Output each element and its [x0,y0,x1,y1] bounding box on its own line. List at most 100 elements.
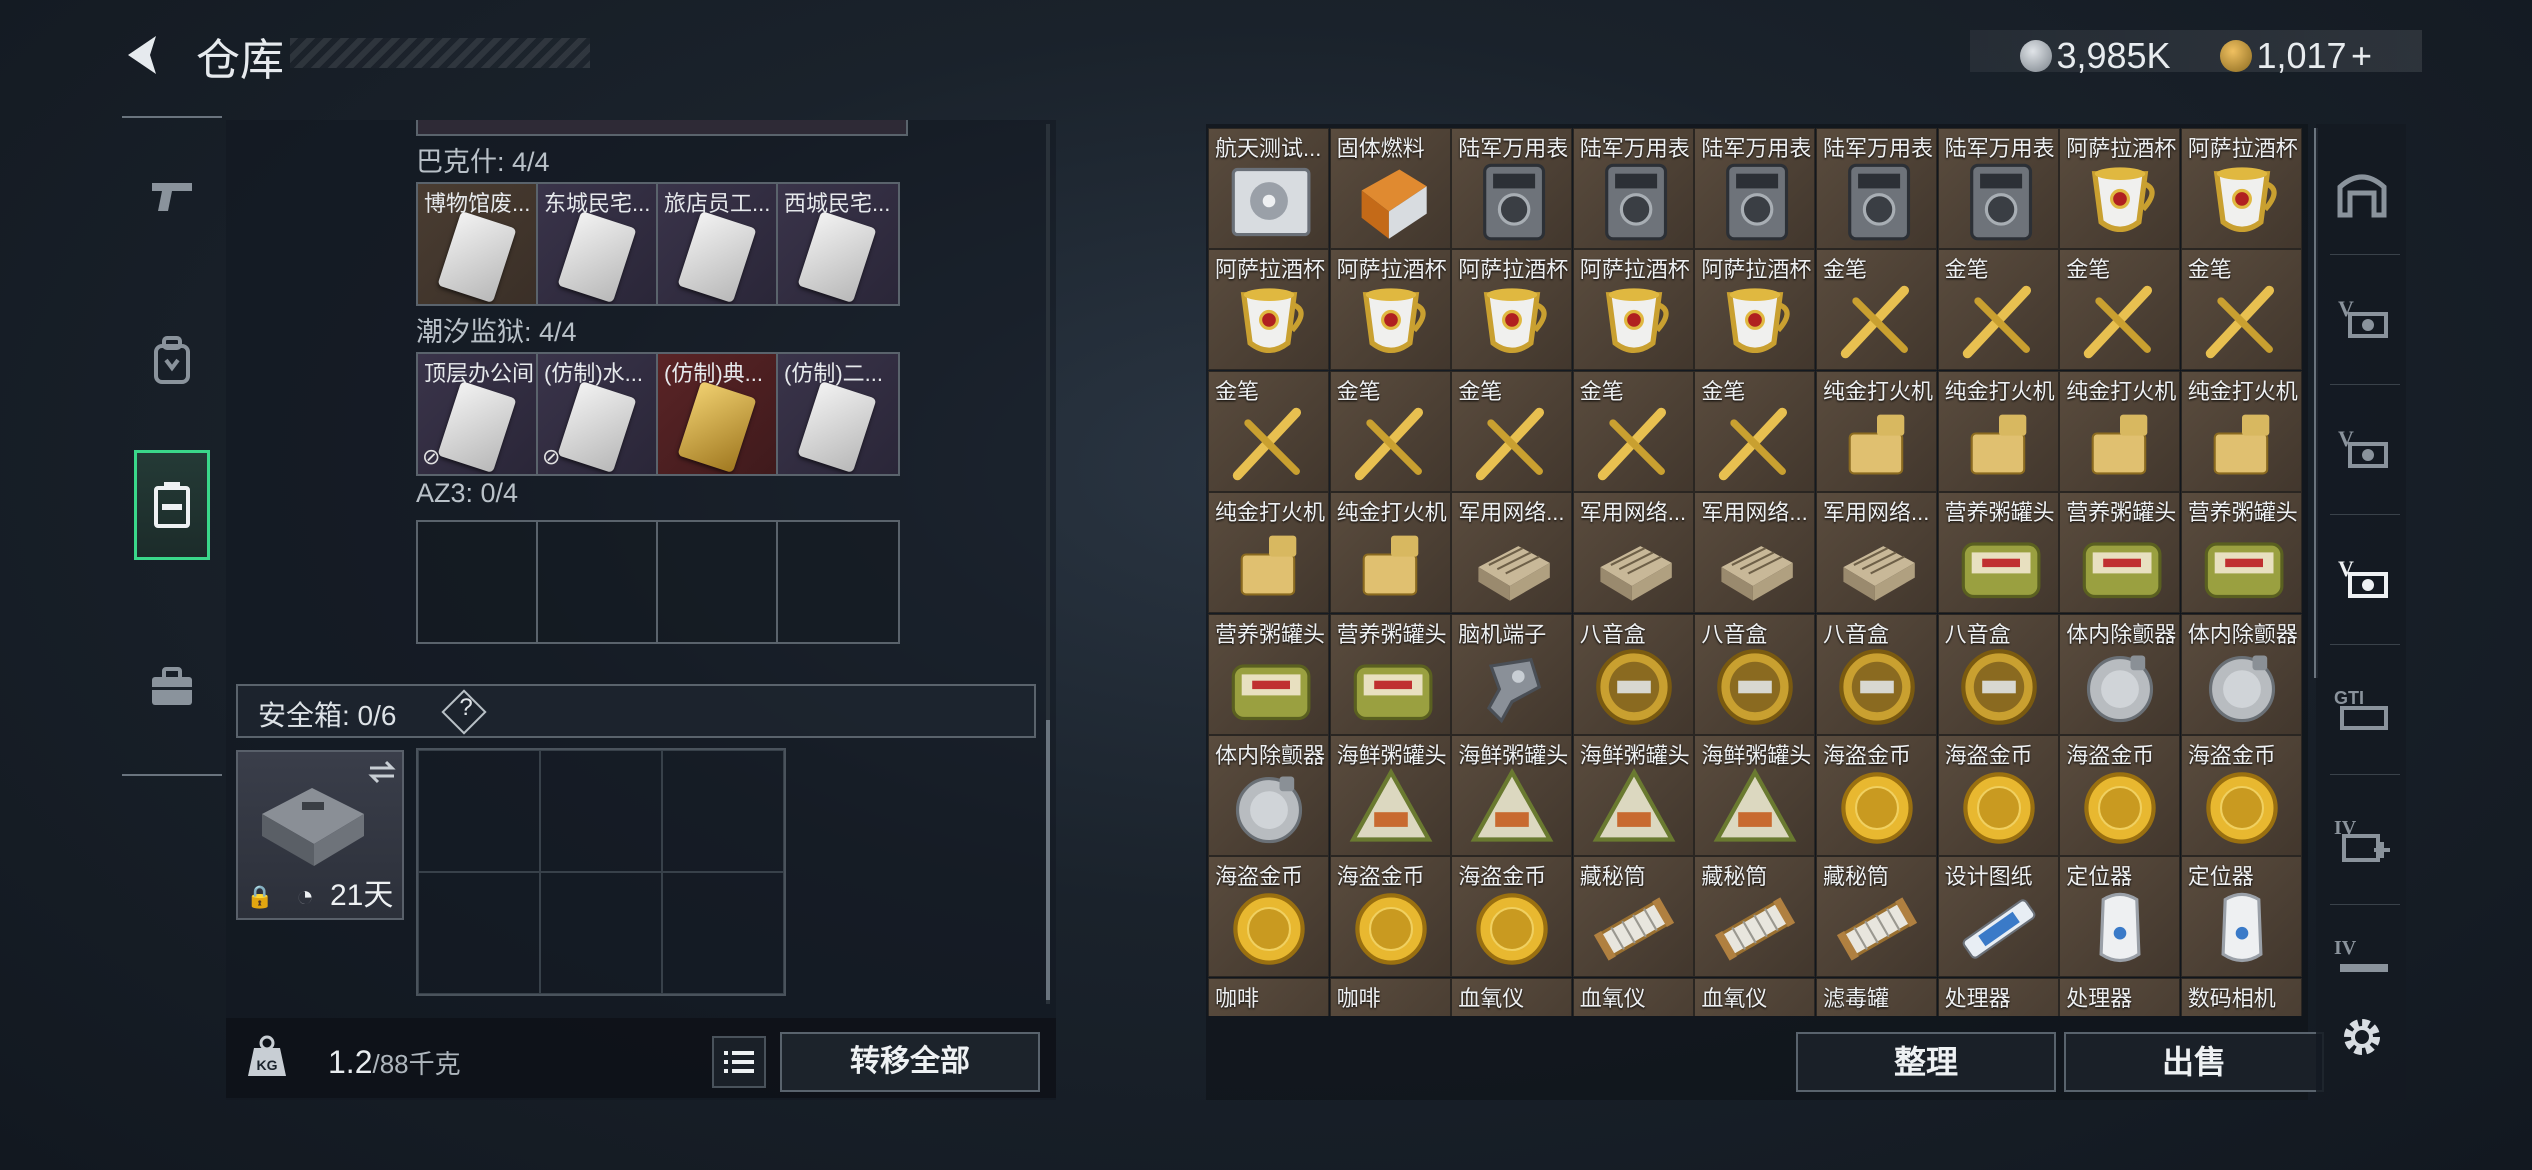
back-arrow-icon[interactable] [118,30,168,80]
item-cell[interactable]: 海鲜粥罐头 [1694,735,1816,856]
item-cell[interactable]: 纯金打火机 [2059,370,2181,492]
item-cell[interactable]: 营养粥罐头 [2059,492,2181,614]
item-cell[interactable]: 纯金打火机 [1329,492,1451,614]
item-cell[interactable]: 陆军万用表 [1694,128,1816,249]
item-cell[interactable]: 八音盒 [1572,613,1694,735]
key-slot[interactable]: (仿制)水... ⊘ [538,354,658,474]
item-cell[interactable]: 金笔 [1451,370,1573,492]
item-cell[interactable]: 军用网络... [1816,492,1937,614]
item-cell[interactable]: 咖啡 [1329,977,1451,1016]
item-cell[interactable]: 藏秘筒 [1816,856,1937,978]
safebox-grid[interactable] [416,748,786,996]
item-cell[interactable]: 海盗金币 [1816,735,1937,856]
item-cell[interactable]: 军用网络... [1572,492,1694,614]
item-cell[interactable]: 血氧仪 [1451,977,1573,1016]
swap-icon[interactable] [366,760,398,784]
empty-slot[interactable] [662,750,784,872]
rail-backpack[interactable] [134,306,210,416]
item-cell[interactable]: 体内除颤器 [2059,613,2181,735]
empty-slot[interactable] [658,522,778,642]
item-cell[interactable]: 阿萨拉酒杯 [1329,249,1451,371]
rail-storage-box[interactable] [134,450,210,560]
empty-slot[interactable] [778,522,898,642]
item-cell[interactable]: 海鲜粥罐头 [1572,735,1694,856]
filter-tier-4-medical[interactable]: IV [2322,784,2402,894]
item-cell[interactable]: 咖啡 [1208,977,1329,1016]
item-cell[interactable]: 定位器 [2059,856,2181,978]
key-slot[interactable]: (仿制)二... [778,354,898,474]
item-cell[interactable]: 固体燃料 [1329,128,1451,249]
item-cell[interactable]: 八音盒 [1816,613,1937,735]
item-cell[interactable]: 金笔 [1937,249,2059,371]
empty-slot[interactable] [662,872,784,994]
sort-button[interactable]: 整理 [1796,1032,2056,1092]
item-cell[interactable]: 纯金打火机 [1816,370,1937,492]
item-cell[interactable]: 陆军万用表 [1937,128,2059,249]
key-slot[interactable]: 西城民宅... [778,184,898,304]
help-icon[interactable]: ? [452,694,480,722]
key-slot[interactable]: 东城民宅... [538,184,658,304]
key-slot[interactable]: 顶层办公间 ⊘ [418,354,538,474]
item-cell[interactable]: 金笔 [2059,249,2181,371]
item-cell[interactable]: 处理器 [1937,977,2059,1016]
key-slot[interactable]: (仿制)典... [658,354,778,474]
empty-slot[interactable] [540,750,662,872]
item-cell[interactable]: 海盗金币 [1208,856,1329,978]
item-cell[interactable]: 海盗金币 [1329,856,1451,978]
empty-slot[interactable] [418,750,540,872]
item-cell[interactable]: 阿萨拉酒杯 [2180,128,2302,249]
filter-tier-5[interactable]: V [2322,264,2402,374]
rail-weapons[interactable] [134,142,210,252]
item-cell[interactable]: 海鲜粥罐头 [1329,735,1451,856]
item-cell[interactable]: 藏秘筒 [1694,856,1816,978]
item-cell[interactable]: 血氧仪 [1694,977,1816,1016]
item-cell[interactable]: 营养粥罐头 [1937,492,2059,614]
item-cell[interactable]: 体内除颤器 [2180,613,2302,735]
item-cell[interactable]: 陆军万用表 [1451,128,1573,249]
item-cell[interactable]: 航天测试... [1208,128,1329,249]
filter-all[interactable] [2322,138,2402,248]
empty-slot[interactable] [418,872,540,994]
item-cell[interactable]: 阿萨拉酒杯 [1572,249,1694,371]
item-cell[interactable]: 营养粥罐头 [1208,613,1329,735]
item-cell[interactable]: 营养粥罐头 [2180,492,2302,614]
key-slot[interactable]: 博物馆废... [418,184,538,304]
sell-button[interactable]: 出售 [2064,1032,2324,1092]
item-cell[interactable]: 处理器 [2059,977,2181,1016]
empty-slot[interactable] [418,522,538,642]
rail-briefcase[interactable] [134,632,210,742]
item-cell[interactable]: 军用网络... [1451,492,1573,614]
item-cell[interactable]: 阿萨拉酒杯 [1451,249,1573,371]
item-cell[interactable]: 八音盒 [1937,613,2059,735]
item-cell[interactable]: 海盗金币 [2180,735,2302,856]
item-cell[interactable]: 数码相机 [2180,977,2302,1016]
key-slot[interactable]: 旅店员工... [658,184,778,304]
item-cell[interactable]: 纯金打火机 [2180,370,2302,492]
item-cell[interactable]: 金笔 [1572,370,1694,492]
item-cell[interactable]: 海盗金币 [1937,735,2059,856]
item-cell[interactable]: 金笔 [1816,249,1937,371]
item-cell[interactable]: 营养粥罐头 [1329,613,1451,735]
item-cell[interactable]: 陆军万用表 [1572,128,1694,249]
item-cell[interactable]: 金笔 [2180,249,2302,371]
left-scrollbar-thumb[interactable] [1046,720,1050,1000]
item-cell[interactable]: 定位器 [2180,856,2302,978]
list-view-button[interactable] [712,1036,766,1088]
item-cell[interactable]: 体内除颤器 [1208,735,1329,856]
item-cell[interactable]: 金笔 [1694,370,1816,492]
currency-add-button[interactable]: + [2351,35,2372,76]
item-cell[interactable]: 纯金打火机 [1208,492,1329,614]
item-cell[interactable]: 脑机端子 [1451,613,1573,735]
item-cell[interactable]: 阿萨拉酒杯 [1694,249,1816,371]
safebox-item[interactable]: 🔒 ◔ 21天 [236,750,404,920]
transfer-all-button[interactable]: 转移全部 [780,1032,1040,1092]
empty-slot[interactable] [540,872,662,994]
item-cell[interactable]: 藏秘筒 [1572,856,1694,978]
item-cell[interactable]: 海盗金币 [2059,735,2181,856]
item-cell[interactable]: 八音盒 [1694,613,1816,735]
item-cell[interactable]: 金笔 [1329,370,1451,492]
filter-tier-5b[interactable]: V [2322,394,2402,504]
empty-slot[interactable] [538,522,658,642]
item-cell[interactable]: 军用网络... [1694,492,1816,614]
item-cell[interactable]: 设计图纸 [1937,856,2059,978]
